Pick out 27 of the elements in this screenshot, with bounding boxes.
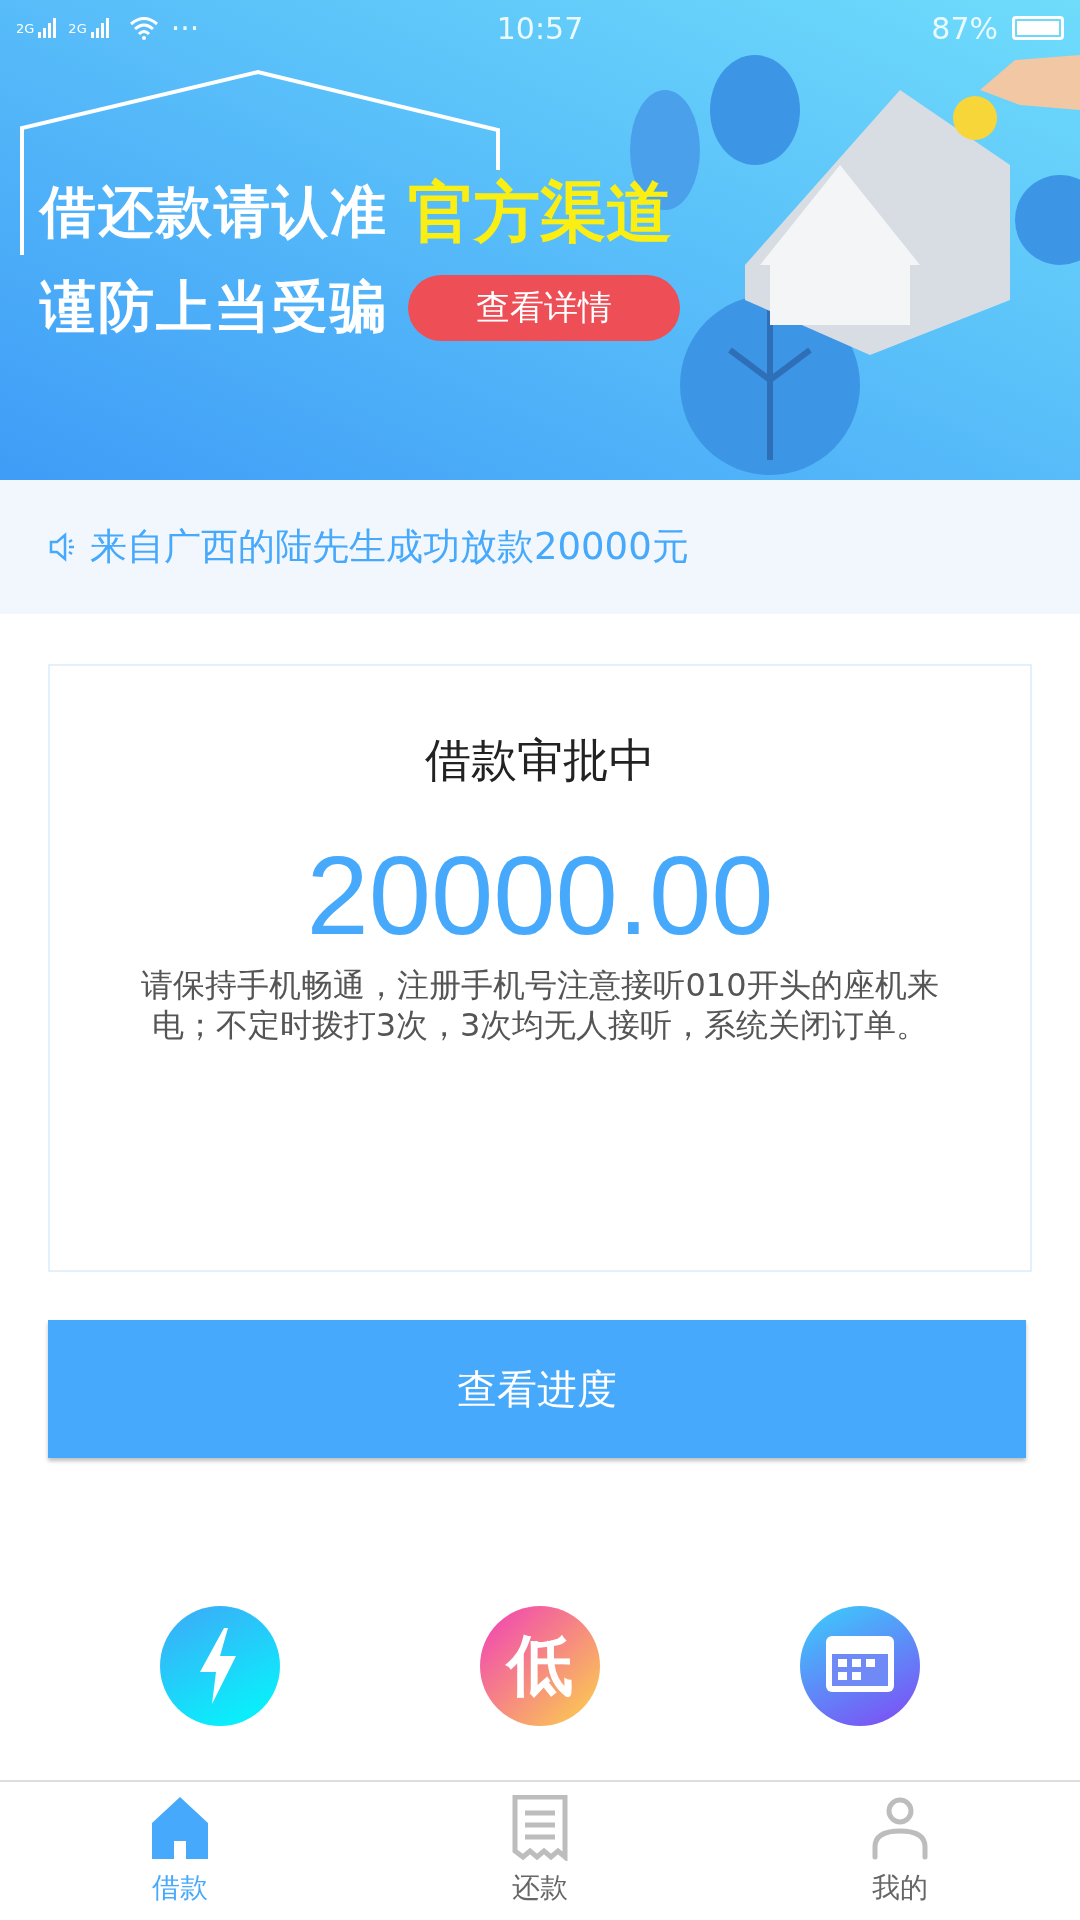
progress-button[interactable]: 查看进度: [48, 1320, 1026, 1458]
card-note: 请保持手机畅通，注册手机号注意接听010开头的座机来电；不定时拨打3次，3次均无人接听，系统关闭订单。: [140, 965, 940, 1046]
signal-icon: [38, 18, 59, 38]
banner-warning: 谨防上当受骗: [40, 273, 388, 341]
signal-icon: [90, 18, 111, 38]
person-icon: [870, 1795, 930, 1861]
home-icon: [150, 1795, 210, 1861]
battery-icon: [1012, 16, 1064, 40]
receipt-icon: [510, 1795, 570, 1861]
tab[interactable]: 我的: [720, 1782, 1080, 1920]
banner-highlight: 官方渠道: [408, 173, 672, 253]
notice-text: 来自广西的陆先生成功放款20000元: [90, 524, 689, 570]
loan-amount: 20000.00: [306, 834, 774, 958]
details-button[interactable]: 查看详情: [408, 275, 680, 341]
clock: 10:57: [496, 10, 584, 46]
more-dots: ···: [170, 10, 200, 46]
card-title: 借款审批中: [425, 732, 655, 789]
low-rate-icon[interactable]: 低: [480, 1606, 600, 1726]
tab[interactable]: 借款: [0, 1782, 360, 1920]
calendar-icon[interactable]: [800, 1606, 920, 1726]
lightning-icon[interactable]: [160, 1606, 280, 1726]
tab[interactable]: 还款: [360, 1782, 720, 1920]
signal-label: 2G: [68, 20, 87, 36]
signal-label: 2G: [16, 20, 35, 36]
battery-percent: 87%: [931, 10, 998, 46]
banner-headline: 借还款请认准: [40, 178, 388, 246]
wifi-icon: [128, 16, 159, 40]
